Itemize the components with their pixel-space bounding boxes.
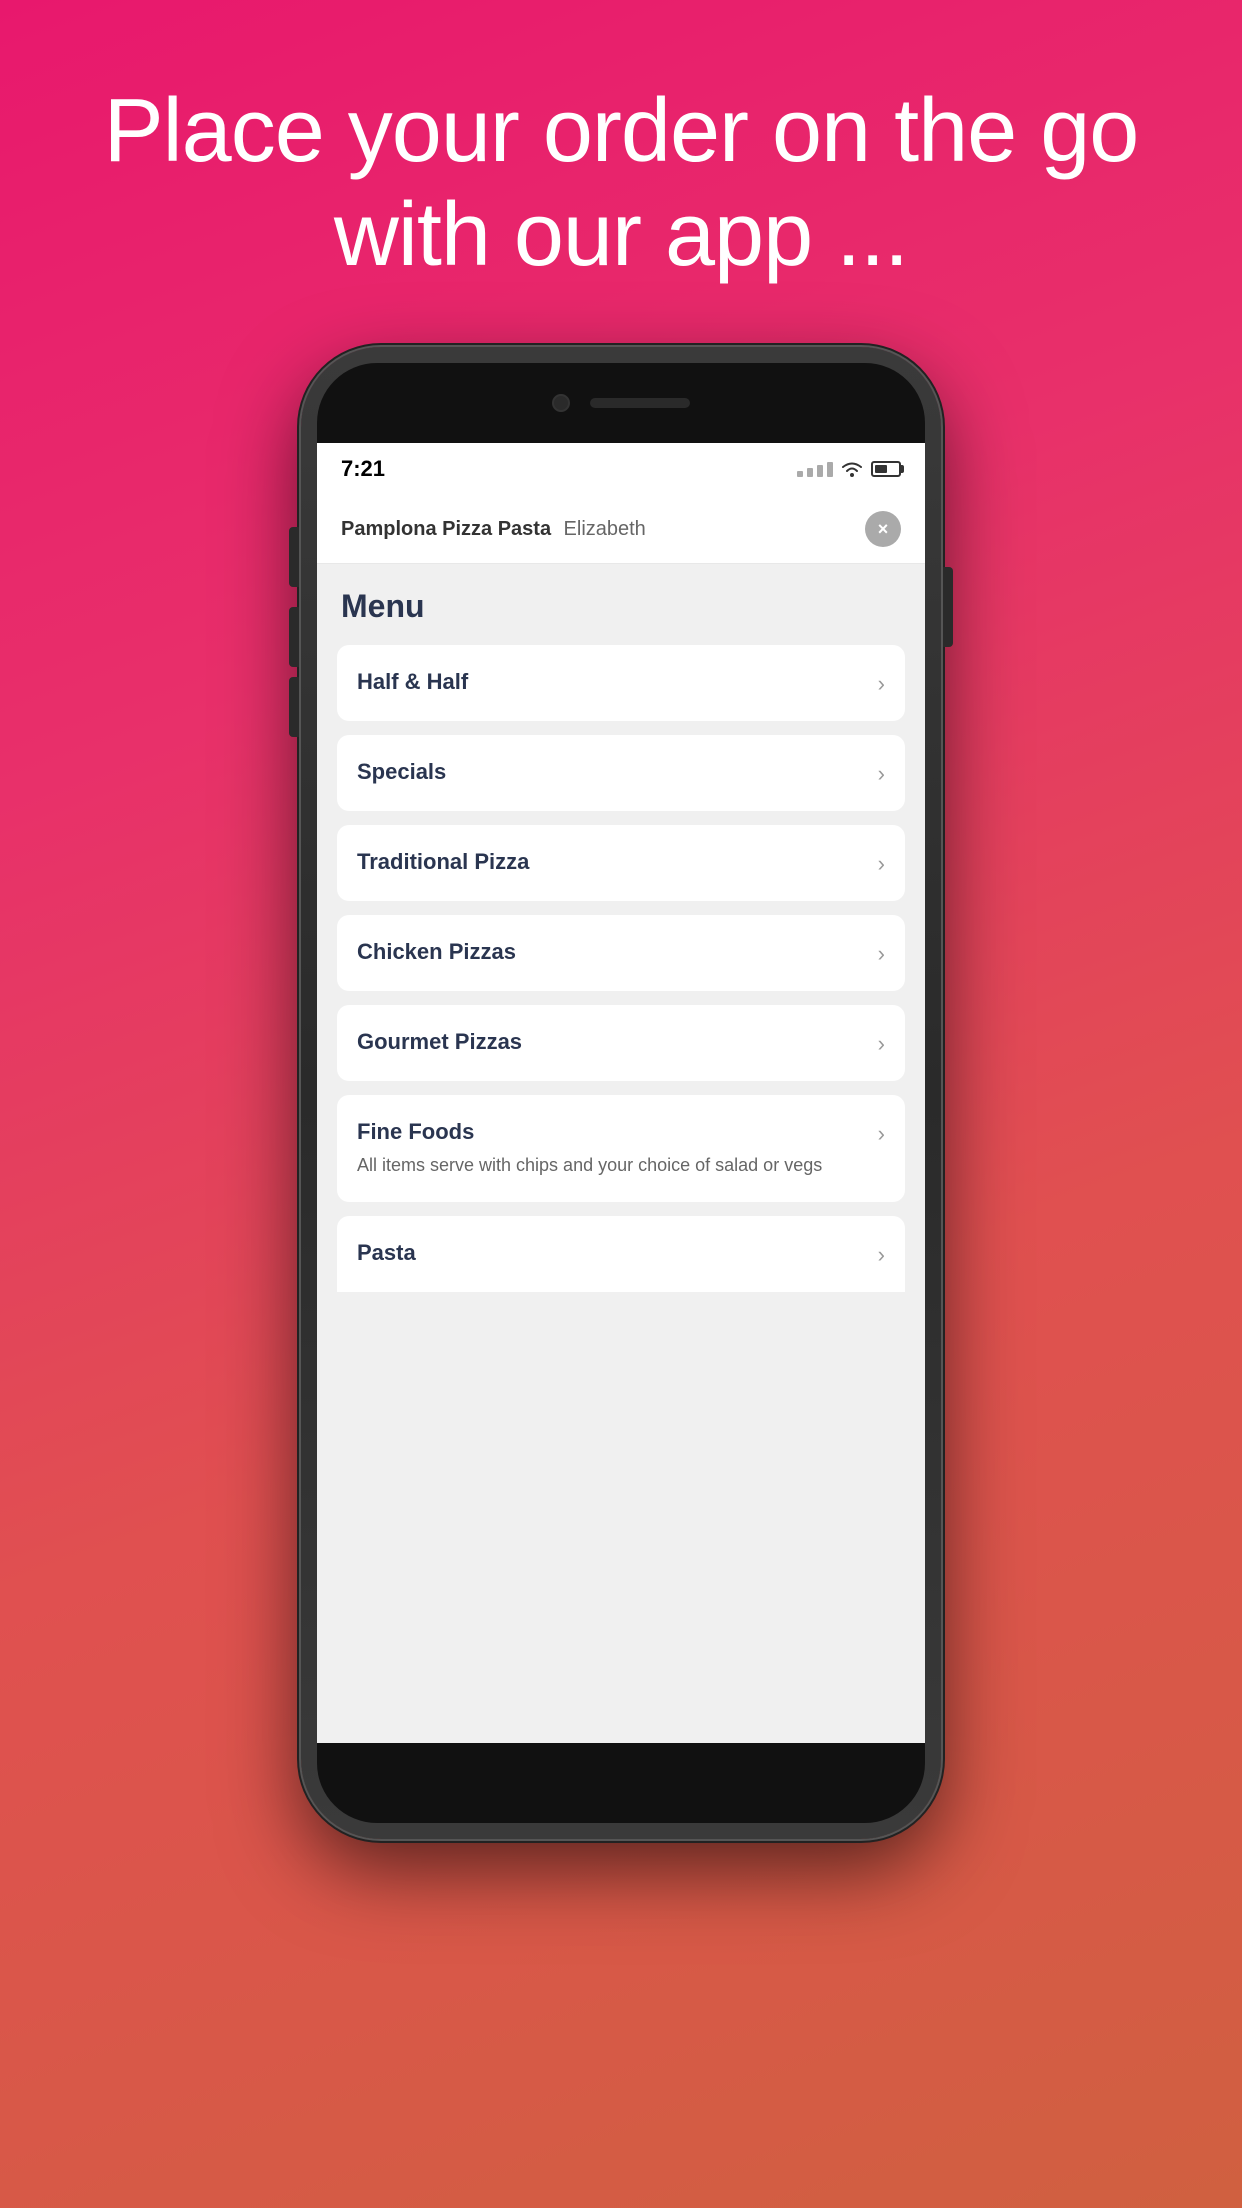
status-bar: 7:21 (317, 443, 925, 495)
phone-screen: 7:21 Pampl (317, 443, 925, 1743)
phone-shell: 7:21 Pampl (301, 347, 941, 1839)
chevron-icon: › (878, 1242, 885, 1268)
status-time: 7:21 (341, 456, 385, 482)
front-camera (552, 394, 570, 412)
phone-outer: 7:21 Pampl (301, 347, 941, 1839)
menu-item-label: Pasta (357, 1240, 868, 1266)
chevron-icon: › (878, 1031, 885, 1057)
menu-item-label: Half & Half (357, 669, 868, 695)
restaurant-name: Pamplona Pizza Pasta (341, 518, 551, 540)
chevron-icon: › (878, 941, 885, 967)
menu-item-chicken-pizzas[interactable]: Chicken Pizzas › (337, 915, 905, 991)
menu-item-label: Fine Foods (357, 1119, 868, 1145)
menu-item-specials[interactable]: Specials › (337, 735, 905, 811)
menu-item-content: Traditional Pizza (357, 849, 868, 875)
menu-item-gourmet-pizzas[interactable]: Gourmet Pizzas › (337, 1005, 905, 1081)
phone-top-bar (317, 363, 925, 443)
menu-item-label: Traditional Pizza (357, 849, 868, 875)
chevron-icon: › (878, 671, 885, 697)
phone-bottom-bar (317, 1743, 925, 1823)
location-name: Elizabeth (564, 518, 646, 540)
menu-content: Menu Half & Half › Specials › (317, 564, 925, 1316)
menu-item-content: Fine Foods All items serve with chips an… (357, 1119, 868, 1178)
menu-item-traditional-pizza[interactable]: Traditional Pizza › (337, 825, 905, 901)
hero-tagline: Place your order on the go with our app … (100, 80, 1142, 287)
app-nav: Pamplona Pizza Pasta Elizabeth × (317, 495, 925, 564)
menu-item-content: Chicken Pizzas (357, 939, 868, 965)
battery-icon (871, 461, 901, 477)
chevron-icon: › (878, 761, 885, 787)
hero-section: Place your order on the go with our app … (0, 0, 1242, 347)
menu-item-content: Pasta (357, 1240, 868, 1266)
menu-item-label: Gourmet Pizzas (357, 1029, 868, 1055)
menu-item-content: Specials (357, 759, 868, 785)
menu-item-content: Gourmet Pizzas (357, 1029, 868, 1055)
phone-speaker (590, 398, 690, 408)
menu-heading: Menu (337, 588, 905, 625)
close-icon: × (878, 519, 889, 540)
menu-item-half-half[interactable]: Half & Half › (337, 645, 905, 721)
menu-item-content: Half & Half (357, 669, 868, 695)
close-button[interactable]: × (865, 511, 901, 547)
nav-title-group: Pamplona Pizza Pasta Elizabeth (341, 518, 646, 541)
battery-fill (875, 465, 887, 473)
chevron-icon: › (878, 1121, 885, 1147)
wifi-icon (841, 461, 863, 477)
chevron-icon: › (878, 851, 885, 877)
menu-item-label: Chicken Pizzas (357, 939, 868, 965)
menu-item-pasta[interactable]: Pasta › (337, 1216, 905, 1292)
signal-icon (797, 462, 833, 477)
menu-item-fine-foods[interactable]: Fine Foods All items serve with chips an… (337, 1095, 905, 1202)
status-icons (797, 461, 901, 477)
menu-item-description: All items serve with chips and your choi… (357, 1153, 868, 1178)
menu-item-label: Specials (357, 759, 868, 785)
